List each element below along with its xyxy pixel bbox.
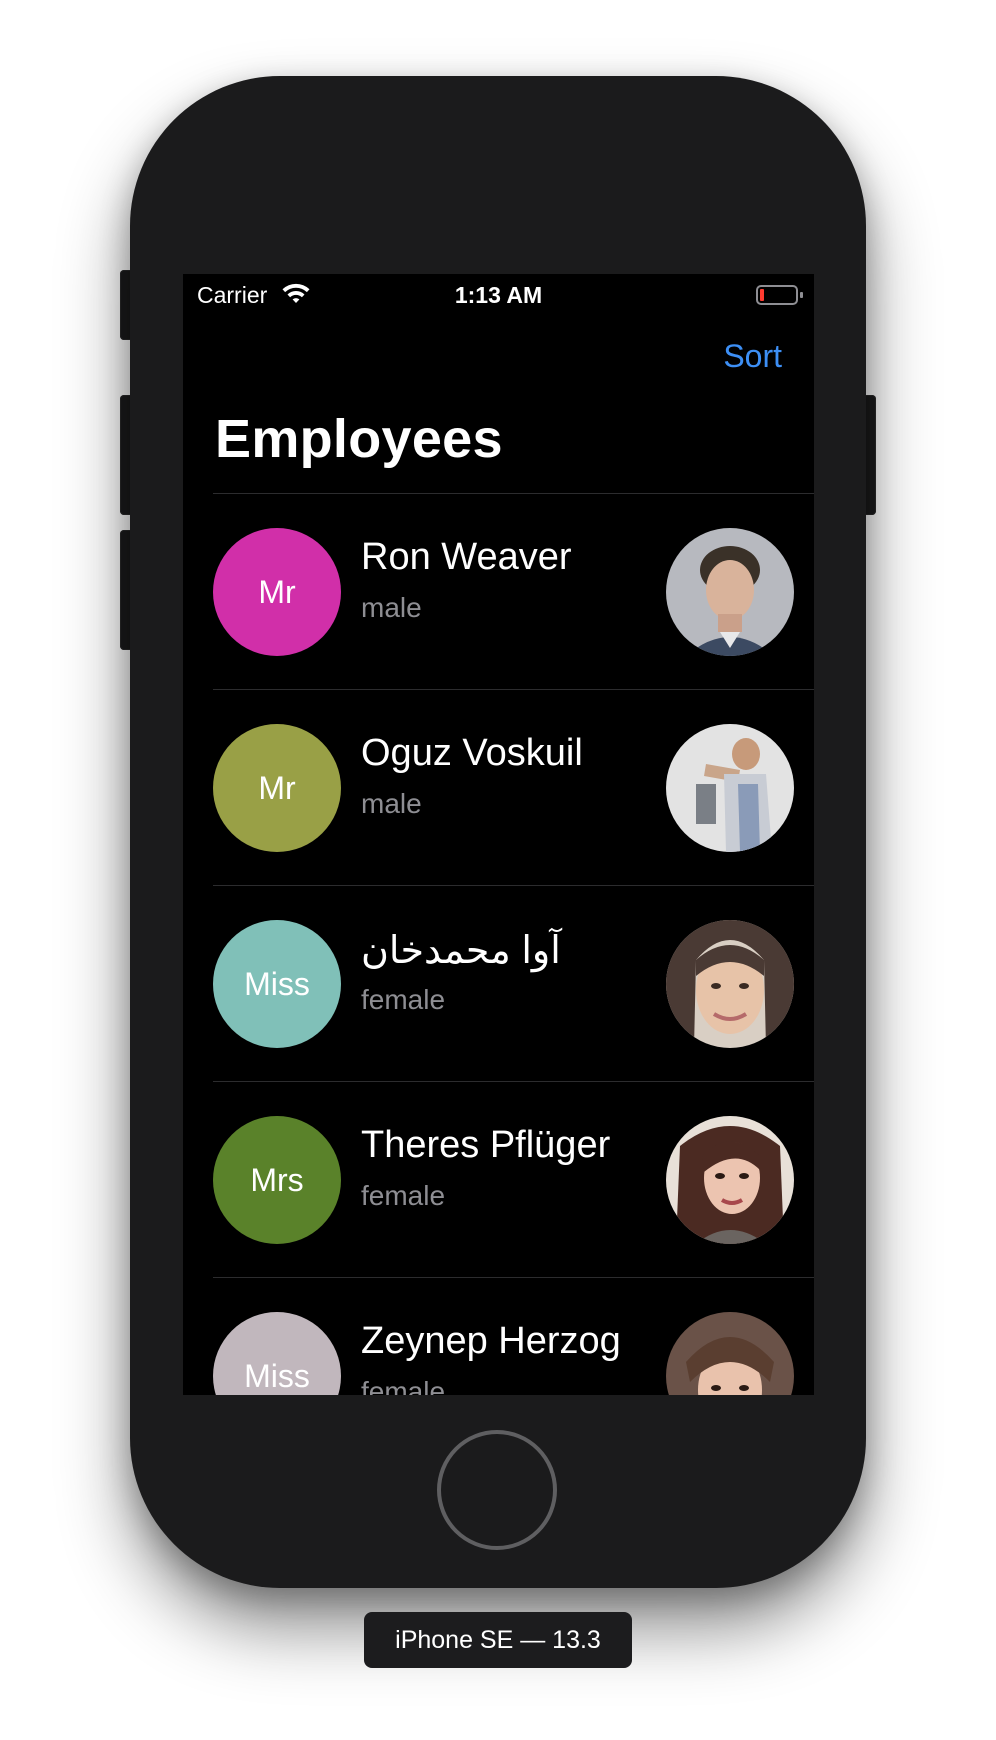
title-badge: Miss: [213, 1312, 341, 1395]
title-badge: Mr: [213, 724, 341, 852]
battery-low-icon: [756, 285, 803, 305]
employee-gender: male: [361, 788, 422, 819]
device-label: iPhone SE — 13.3: [364, 1612, 632, 1668]
status-time: 1:13 AM: [454, 282, 543, 308]
page-title: Employees: [215, 409, 503, 469]
employee-photo: [666, 1116, 794, 1244]
employee-name: Theres Pflüger: [361, 1124, 611, 1166]
employee-photo: [666, 724, 794, 852]
employee-row[interactable]: Mr Oguz Voskuil male: [183, 690, 814, 886]
employee-row[interactable]: Miss آوا محمدخان female: [183, 886, 814, 1082]
employee-photo: [666, 920, 794, 1048]
employee-row[interactable]: Mr Ron Weaver male: [183, 494, 814, 690]
employee-photo: [666, 1312, 794, 1395]
title-badge: Mr: [213, 528, 341, 656]
employee-list: Mr Ron Weaver male Mr Oguz Voskuil male: [183, 494, 814, 1395]
employee-photo: [666, 528, 794, 656]
employee-name: Ron Weaver: [361, 536, 572, 578]
employee-name: آوا محمدخان: [361, 930, 561, 972]
sort-button[interactable]: Sort: [723, 338, 782, 375]
employee-name: Oguz Voskuil: [361, 732, 583, 774]
app-screen: Carrier 1:13 AM Sort Employees Mr Ron We…: [183, 274, 814, 1395]
employee-row[interactable]: Miss Zeynep Herzog female: [183, 1278, 814, 1395]
status-bar: Carrier 1:13 AM: [183, 274, 814, 318]
employee-name: Zeynep Herzog: [361, 1320, 621, 1362]
title-badge: Miss: [213, 920, 341, 1048]
title-badge: Mrs: [213, 1116, 341, 1244]
employee-gender: female: [361, 1376, 446, 1395]
home-button[interactable]: [437, 1430, 557, 1550]
employee-gender: female: [361, 984, 446, 1015]
employee-gender: female: [361, 1180, 446, 1211]
employee-row[interactable]: Mrs Theres Pflüger female: [183, 1082, 814, 1278]
employee-gender: male: [361, 592, 422, 623]
